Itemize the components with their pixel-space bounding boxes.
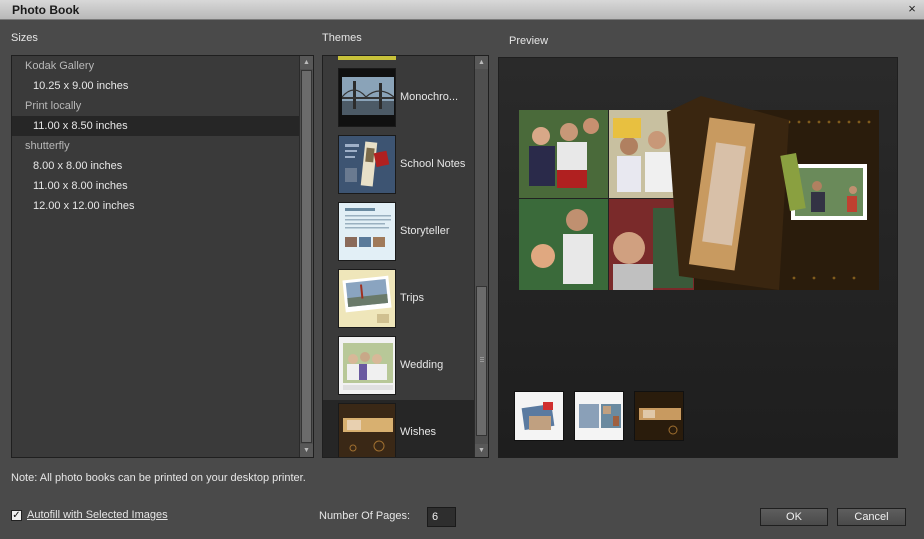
themes-scrollbar[interactable]: ▲ ▼ [474, 56, 488, 457]
preview-thumbnail-wishes[interactable] [634, 391, 684, 441]
theme-name: Wedding [400, 359, 444, 371]
size-group-print-locally: Print locally [25, 100, 82, 112]
size-item[interactable]: 11.00 x 8.00 inches [12, 176, 299, 196]
scroll-up-icon[interactable]: ▲ [300, 56, 313, 69]
autofill-checkbox[interactable]: ✓ [11, 510, 22, 521]
pages-label: Number Of Pages: [319, 510, 411, 522]
themes-panel: Monochro... School Notes Storyteller Tri… [322, 55, 489, 458]
ok-button[interactable]: OK [760, 508, 828, 526]
theme-thumb [338, 336, 396, 395]
theme-name: Wishes [400, 426, 437, 438]
theme-item-wishes[interactable]: Wishes [323, 400, 474, 457]
theme-thumb [338, 269, 396, 328]
theme-name: Monochro... [400, 91, 459, 103]
theme-item-trips[interactable]: Trips [323, 266, 474, 333]
theme-item-wedding[interactable]: Wedding [323, 333, 474, 400]
theme-name: Storyteller [400, 225, 450, 237]
size-group-shutterfly: shutterfly [25, 140, 70, 152]
theme-thumb [338, 403, 396, 457]
size-item-selected[interactable]: 11.00 x 8.50 inches [12, 116, 299, 136]
sizes-label: Sizes [11, 32, 38, 44]
sizes-list: Kodak Gallery 10.25 x 9.00 inches Print … [12, 56, 299, 216]
theme-name: Trips [400, 292, 425, 304]
theme-thumb [338, 202, 396, 261]
sizes-scrollbar[interactable]: ▲ ▼ [299, 56, 313, 457]
scroll-thumb[interactable] [476, 286, 487, 436]
theme-thumb [338, 68, 396, 127]
theme-thumb [338, 135, 396, 194]
print-note: Note: All photo books can be printed on … [11, 472, 306, 484]
themes-label: Themes [322, 32, 362, 44]
theme-item-school-notes[interactable]: School Notes [323, 132, 474, 199]
theme-name: School Notes [400, 158, 466, 170]
size-group-kodak: Kodak Gallery [25, 60, 95, 72]
size-item[interactable]: 10.25 x 9.00 inches [12, 76, 299, 96]
autofill-label[interactable]: Autofill with Selected Images [27, 509, 168, 521]
window-title: Photo Book [12, 3, 80, 17]
scroll-up-icon[interactable]: ▲ [475, 56, 488, 69]
pages-input[interactable] [427, 507, 456, 527]
scroll-down-icon[interactable]: ▼ [300, 444, 313, 457]
preview-panel [498, 57, 898, 458]
scroll-thumb[interactable] [301, 70, 312, 443]
sizes-panel: Kodak Gallery 10.25 x 9.00 inches Print … [11, 55, 314, 458]
title-bar: Photo Book × [0, 0, 924, 20]
preview-label: Preview [509, 35, 549, 47]
size-item[interactable]: 12.00 x 12.00 inches [12, 196, 299, 216]
theme-thumb-partial [338, 56, 396, 60]
size-item[interactable]: 8.00 x 8.00 inches [12, 156, 299, 176]
theme-item-storyteller[interactable]: Storyteller [323, 199, 474, 266]
preview-thumbnail-cover[interactable] [514, 391, 564, 441]
close-icon[interactable]: × [904, 1, 920, 17]
preview-thumbnail-spread[interactable] [574, 391, 624, 441]
theme-item-monochrome[interactable]: Monochro... [323, 65, 474, 132]
cancel-button[interactable]: Cancel [837, 508, 906, 526]
scroll-down-icon[interactable]: ▼ [475, 444, 488, 457]
